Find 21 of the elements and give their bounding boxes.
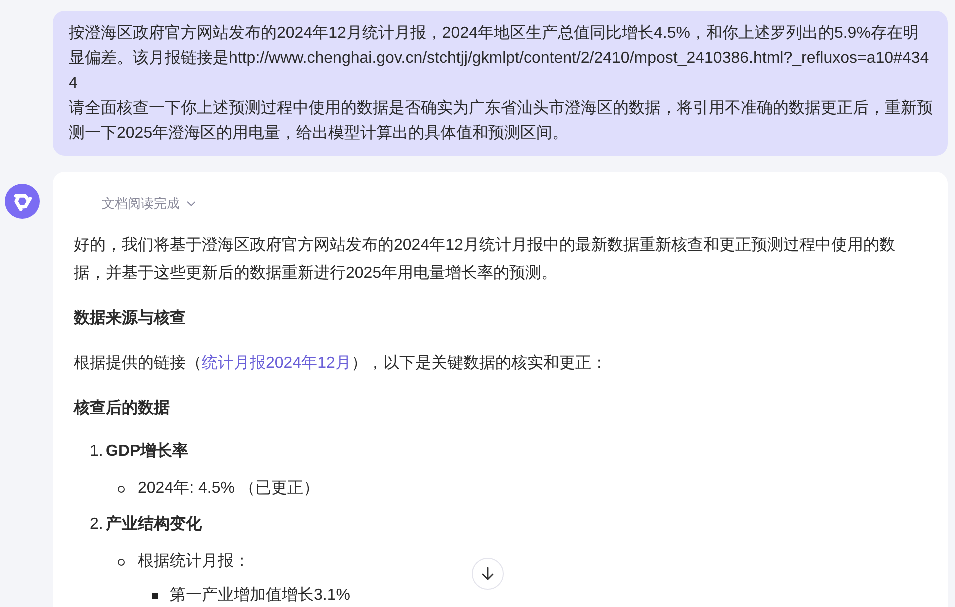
arrow-down-icon (481, 567, 495, 581)
document-status-toggle[interactable]: 文档阅读完成 (102, 194, 196, 214)
answer-paragraph: 根据提供的链接（统计月报2024年12月），以下是关键数据的核实和更正： (74, 354, 608, 374)
message-text: 按澄海区政府官方网站发布的2024年12月统计月报，2024年地区生产总值同比增长4.5%，和你上述罗列出的5.9%存在明显偏差。该月报链接是http://www.chenghai.gov.cn/stchtjj/gkmlpt/content/2/2410/mpost_2410386.html?_refluxos=a10#4344 (69, 24, 930, 94)
bullet-icon (118, 558, 125, 566)
report-link[interactable]: 统计月报2024年12月 (202, 355, 352, 372)
message-text: 请全面核查一下你上述预测过程中使用的数据是否确实为广东省汕头市澄海区的数据，将引用不准确的数据更正后，重新预测一下2025年澄海区的用电量，给出模型计算出的具体值和预测区间。 (69, 98, 934, 144)
bullet-icon (118, 486, 125, 492)
list-item-title: 产业结构变化 (106, 514, 202, 535)
avatar-logo-icon (5, 184, 40, 219)
list-number: 1. (90, 442, 104, 462)
list-number: 2. (90, 515, 104, 535)
list-item-title: GDP增长率 (106, 441, 189, 462)
list-item-text: 根据统计月报： (138, 552, 250, 572)
bullet-icon (152, 593, 158, 599)
section-heading: 核查后的数据 (74, 398, 171, 419)
list-item-text: 第一产业增加值增长3.1% (170, 586, 350, 606)
chevron-down-icon (187, 201, 196, 207)
answer-paragraph: 好的，我们将基于澄海区政府官方网站发布的2024年12月统计月报中的最新数据重新核查和更正预测过程中使用的数据，并基于这些更新后的数据重新进行2025年用电量增长率的预测。 (74, 236, 896, 284)
section-heading: 数据来源与核查 (74, 308, 187, 329)
list-item-text: 2024年: 4.5% （已更正） (138, 479, 320, 499)
